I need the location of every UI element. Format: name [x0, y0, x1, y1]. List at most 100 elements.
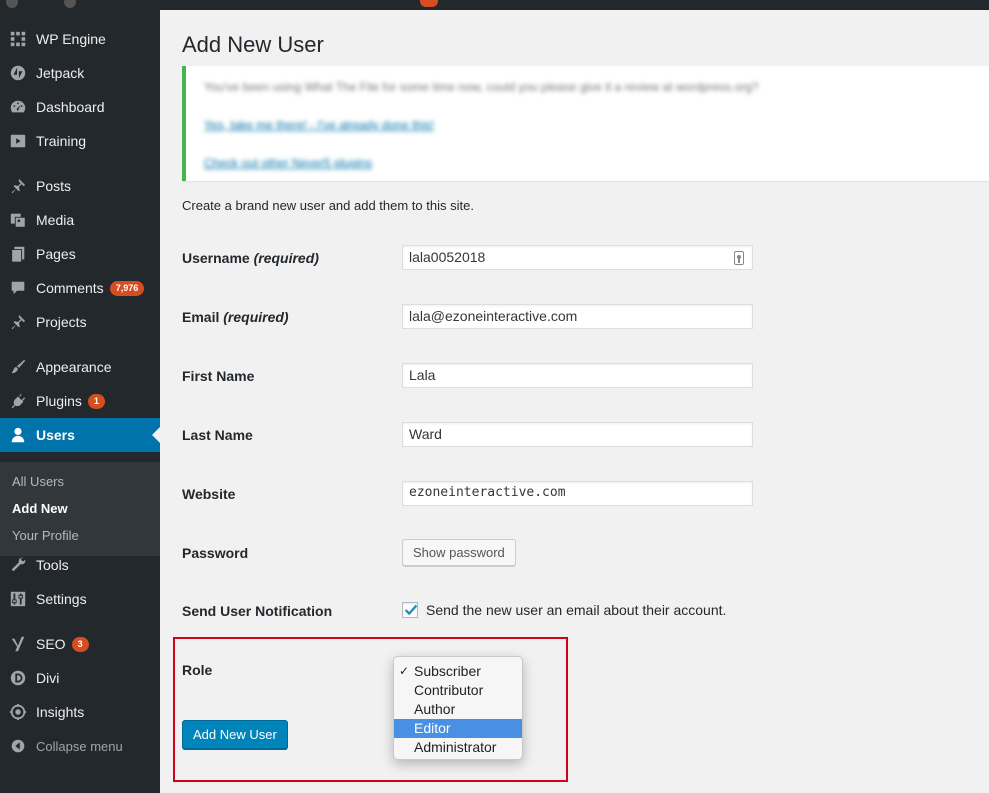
username-field[interactable]: lala0052018 [402, 245, 753, 270]
plug-icon [0, 392, 36, 410]
checkmark-icon: ✓ [399, 664, 410, 678]
updates-badge[interactable] [420, 0, 438, 7]
sidebar-item-training[interactable]: Training [0, 124, 160, 158]
page-intro: Create a brand new user and add them to … [182, 198, 474, 213]
email-label-text: Email [182, 309, 220, 325]
pages-icon [0, 245, 36, 263]
collapse-icon [0, 737, 36, 755]
users-submenu: All Users Add New Your Profile [0, 462, 160, 556]
admin-sidebar: WP Engine Jetpack Dashboard Training Pos… [0, 10, 160, 793]
notice-review-links[interactable]: Yes, take me there! - I've already done … [204, 118, 434, 132]
sidebar-item-label: Insights [36, 704, 85, 720]
sidebar-item-dashboard[interactable]: Dashboard [0, 90, 160, 124]
role-option-label: Subscriber [414, 663, 481, 679]
send-notification-label: Send User Notification [182, 603, 333, 619]
sidebar-item-posts[interactable]: Posts [0, 169, 160, 203]
pin-icon [0, 177, 36, 195]
role-option-label: Contributor [414, 682, 484, 698]
sidebar-item-label: Comments [36, 280, 104, 296]
brush-icon [0, 358, 36, 376]
insights-icon [0, 703, 36, 721]
media-icon [0, 211, 36, 229]
sidebar-item-jetpack[interactable]: Jetpack [0, 56, 160, 90]
role-option-subscriber[interactable]: ✓ Subscriber [394, 662, 522, 681]
website-value: ezoneinteractive.com [409, 485, 566, 500]
seo-notification-badge: 3 [71, 636, 89, 652]
keychain-icon[interactable] [734, 251, 744, 265]
training-icon [0, 132, 36, 150]
home-icon[interactable] [64, 0, 76, 8]
sidebar-item-label: Training [36, 133, 87, 149]
role-option-label: Administrator [414, 739, 497, 755]
sidebar-item-plugins[interactable]: Plugins 1 [0, 384, 160, 418]
comment-icon [0, 279, 36, 297]
sidebar-item-label: SEO [36, 636, 66, 652]
plugins-update-badge: 1 [87, 393, 105, 409]
sidebar-item-settings[interactable]: Settings [0, 582, 160, 616]
last-name-value: Ward [409, 426, 442, 442]
sidebar-item-appearance[interactable]: Appearance [0, 350, 160, 384]
divi-icon [0, 669, 36, 687]
sidebar-item-comments[interactable]: Comments 7,976 [0, 271, 160, 305]
role-option-administrator[interactable]: Administrator [394, 738, 522, 757]
sidebar-item-label: Plugins [36, 393, 82, 409]
sidebar-item-label: WP Engine [36, 31, 106, 47]
wrench-icon [0, 556, 36, 574]
settings-icon [0, 590, 36, 608]
dashboard-icon [0, 98, 36, 116]
sidebar-item-users[interactable]: Users [0, 418, 160, 452]
sidebar-item-label: Settings [36, 591, 87, 607]
pin-icon [0, 313, 36, 331]
admin-bar [0, 0, 989, 10]
review-notice: You've been using What The File for some… [182, 66, 989, 181]
role-option-editor[interactable]: Editor [394, 719, 522, 738]
show-password-button[interactable]: Show password [402, 539, 516, 566]
sidebar-item-pages[interactable]: Pages [0, 237, 160, 271]
role-option-contributor[interactable]: Contributor [394, 681, 522, 700]
sidebar-item-insights[interactable]: Insights [0, 695, 160, 729]
sidebar-item-wp-engine[interactable]: WP Engine [0, 22, 160, 56]
first-name-field[interactable]: Lala [402, 363, 753, 388]
yoast-icon [0, 635, 36, 653]
username-label: Username (required) [182, 250, 319, 266]
jetpack-icon [0, 64, 36, 82]
sidebar-item-label: Users [36, 427, 75, 443]
sidebar-item-projects[interactable]: Projects [0, 305, 160, 339]
role-option-label: Author [414, 701, 456, 717]
sidebar-item-label: Pages [36, 246, 76, 262]
sidebar-item-tools[interactable]: Tools [0, 548, 160, 582]
email-field[interactable]: lala@ezoneinteractive.com [402, 304, 753, 329]
sidebar-item-label: Posts [36, 178, 72, 194]
collapse-menu-button[interactable]: Collapse menu [0, 729, 160, 763]
send-notification-checkbox[interactable] [402, 602, 418, 618]
grid-icon [0, 30, 36, 48]
first-name-label: First Name [182, 368, 255, 384]
comments-count-badge: 7,976 [109, 280, 145, 296]
sidebar-item-divi[interactable]: Divi [0, 661, 160, 695]
sidebar-item-label: Projects [36, 314, 87, 330]
submenu-item-add-new[interactable]: Add New [12, 501, 68, 516]
website-field[interactable]: ezoneinteractive.com [402, 481, 753, 506]
role-option-author[interactable]: Author [394, 700, 522, 719]
sidebar-item-label: Appearance [36, 359, 112, 375]
page-title: Add New User [182, 32, 324, 57]
last-name-field[interactable]: Ward [402, 422, 753, 447]
email-label: Email (required) [182, 309, 289, 325]
submenu-item-all-users[interactable]: All Users [12, 474, 64, 489]
sidebar-item-label: Divi [36, 670, 60, 686]
required-indicator: (required) [223, 309, 289, 325]
user-icon [0, 426, 36, 444]
first-name-value: Lala [409, 367, 436, 383]
sidebar-item-seo[interactable]: SEO 3 [0, 627, 160, 661]
required-indicator: (required) [253, 250, 319, 266]
last-name-label: Last Name [182, 427, 253, 443]
sidebar-item-media[interactable]: Media [0, 203, 160, 237]
sidebar-item-label: Jetpack [36, 65, 85, 81]
website-label: Website [182, 486, 236, 502]
notice-message: You've been using What The File for some… [204, 80, 759, 94]
wordpress-logo-icon[interactable] [6, 0, 18, 8]
notice-plugins-link[interactable]: Check out other Never5 plugins [204, 156, 372, 170]
send-notification-text: Send the new user an email about their a… [426, 602, 727, 618]
sidebar-item-label: Collapse menu [36, 738, 123, 754]
submenu-item-your-profile[interactable]: Your Profile [12, 528, 79, 543]
